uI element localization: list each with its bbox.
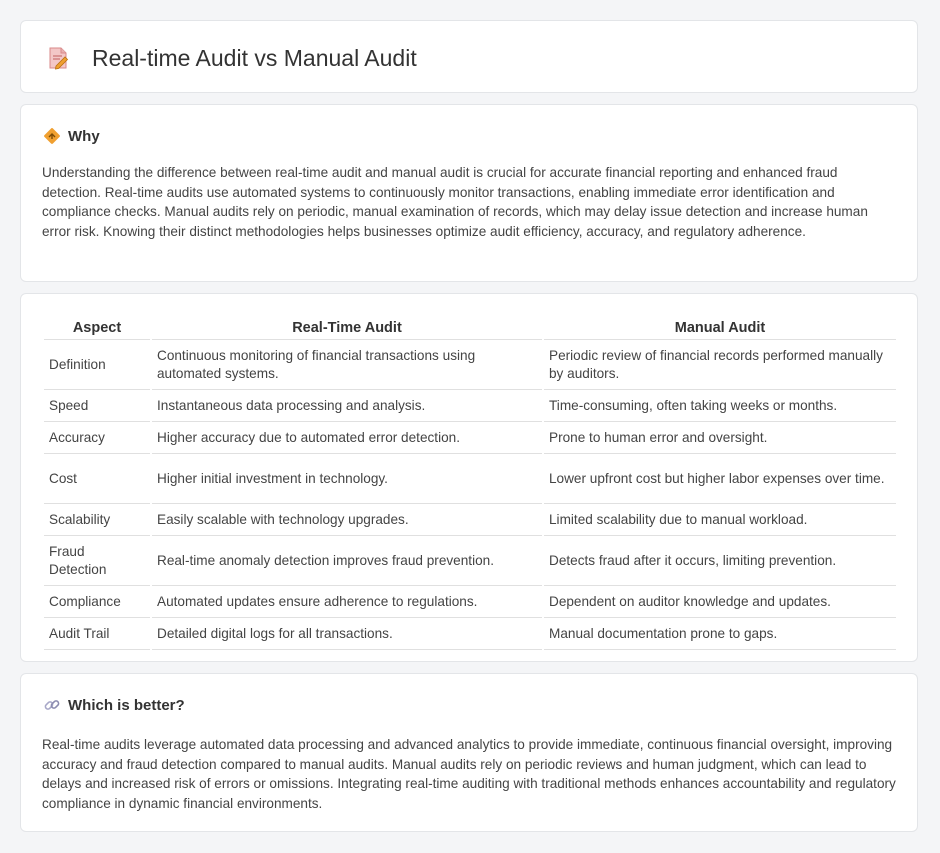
header-real-time-audit: Real-Time Audit xyxy=(152,315,542,340)
which-is-better-title: Which is better? xyxy=(68,696,185,714)
cell-aspect: Compliance xyxy=(44,586,150,618)
cell-aspect: Accuracy xyxy=(44,422,150,454)
page-title: Real-time Audit vs Manual Audit xyxy=(92,45,417,71)
comparison-table: Aspect Real-Time Audit Manual Audit Defi… xyxy=(42,315,898,650)
table-row: Audit Trail Detailed digital logs for al… xyxy=(44,618,896,650)
table-row: Speed Instantaneous data processing and … xyxy=(44,390,896,422)
diamond-sign-icon xyxy=(44,128,60,144)
cell-real-time: Easily scalable with technology upgrades… xyxy=(152,504,542,536)
cell-aspect: Speed xyxy=(44,390,150,422)
comparison-card: Aspect Real-Time Audit Manual Audit Defi… xyxy=(20,293,918,662)
cell-manual: Limited scalability due to manual worklo… xyxy=(544,504,896,536)
document-edit-icon xyxy=(49,47,69,70)
table-row: Scalability Easily scalable with technol… xyxy=(44,504,896,536)
cell-real-time: Real-time anomaly detection improves fra… xyxy=(152,536,542,586)
table-row: Cost Higher initial investment in techno… xyxy=(44,454,896,504)
cell-aspect: Definition xyxy=(44,340,150,390)
why-title: Why xyxy=(68,127,100,145)
header-manual-audit: Manual Audit xyxy=(544,315,896,340)
cell-manual: Detects fraud after it occurs, limiting … xyxy=(544,536,896,586)
why-body: Understanding the difference between rea… xyxy=(42,165,868,239)
cell-manual: Lower upfront cost but higher labor expe… xyxy=(544,454,896,504)
table-row: Definition Continuous monitoring of fina… xyxy=(44,340,896,390)
cell-manual: Prone to human error and oversight. xyxy=(544,422,896,454)
which-is-better-body: Real-time audits leverage automated data… xyxy=(42,737,896,811)
cell-real-time: Automated updates ensure adherence to re… xyxy=(152,586,542,618)
cell-aspect: Fraud Detection xyxy=(44,536,150,586)
cell-aspect: Audit Trail xyxy=(44,618,150,650)
cell-real-time: Instantaneous data processing and analys… xyxy=(152,390,542,422)
which-is-better-section: Which is better? Real-time audits levera… xyxy=(20,673,918,832)
table-row: Compliance Automated updates ensure adhe… xyxy=(44,586,896,618)
table-header-row: Aspect Real-Time Audit Manual Audit xyxy=(44,315,896,340)
cell-real-time: Detailed digital logs for all transactio… xyxy=(152,618,542,650)
link-icon xyxy=(44,700,60,710)
table-row: Accuracy Higher accuracy due to automate… xyxy=(44,422,896,454)
header-card: Real-time Audit vs Manual Audit xyxy=(20,20,918,93)
header-aspect: Aspect xyxy=(44,315,150,340)
cell-real-time: Continuous monitoring of financial trans… xyxy=(152,340,542,390)
cell-aspect: Scalability xyxy=(44,504,150,536)
cell-manual: Time-consuming, often taking weeks or mo… xyxy=(544,390,896,422)
cell-real-time: Higher initial investment in technology. xyxy=(152,454,542,504)
cell-manual: Periodic review of financial records per… xyxy=(544,340,896,390)
cell-real-time: Higher accuracy due to automated error d… xyxy=(152,422,542,454)
table-row: Fraud Detection Real-time anomaly detect… xyxy=(44,536,896,586)
cell-aspect: Cost xyxy=(44,454,150,504)
why-section: Why Understanding the difference between… xyxy=(20,104,918,282)
cell-manual: Dependent on auditor knowledge and updat… xyxy=(544,586,896,618)
cell-manual: Manual documentation prone to gaps. xyxy=(544,618,896,650)
